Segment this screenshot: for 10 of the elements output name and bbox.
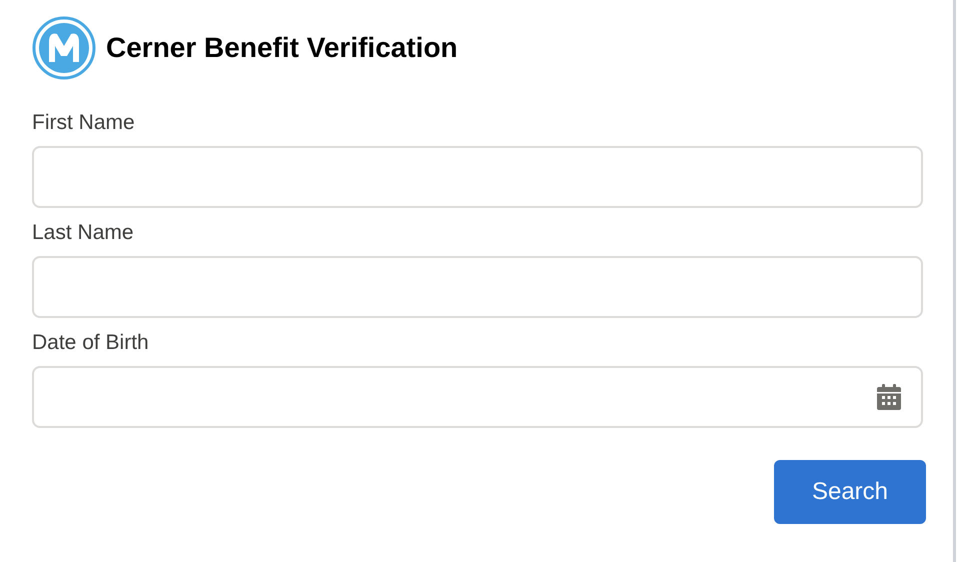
- search-button[interactable]: Search: [774, 460, 926, 524]
- field-label: First Name: [32, 110, 136, 136]
- field-label: Last Name: [32, 220, 135, 246]
- page-title: Cerner Benefit Verification: [106, 31, 458, 65]
- input-field[interactable]: [32, 256, 923, 318]
- calendar-icon: [877, 384, 901, 410]
- field-label: Date of Birth: [32, 330, 150, 356]
- input-field[interactable]: [32, 146, 923, 208]
- logo-icon: [32, 16, 96, 80]
- date-field[interactable]: [32, 366, 923, 428]
